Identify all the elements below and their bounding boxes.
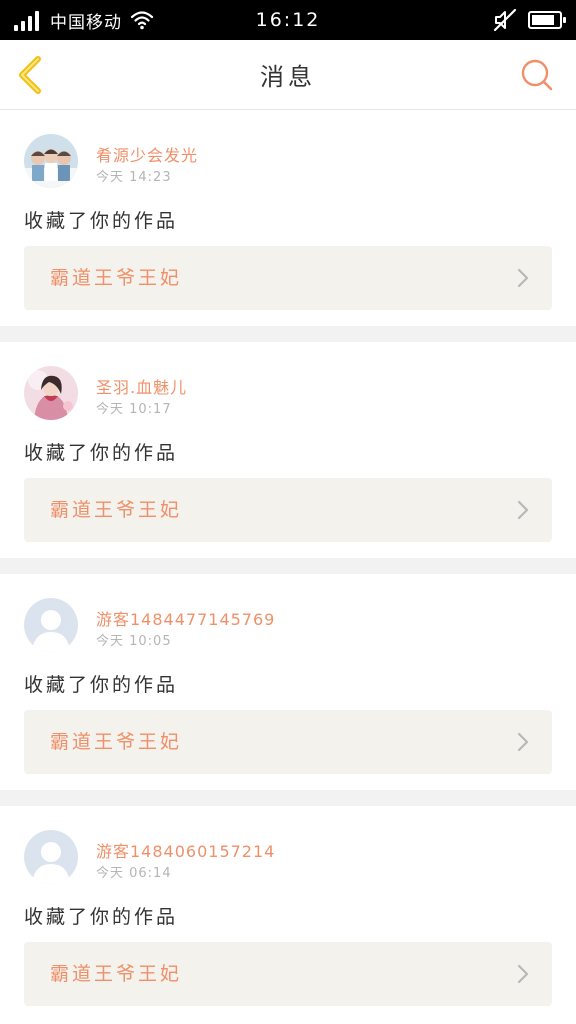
status-time: 16:12 — [255, 9, 321, 31]
message-time: 今天 10:17 — [96, 402, 172, 417]
message-item: 游客1484060157214 今天 06:14 收藏了你的作品 霸道王爷王妃 — [0, 806, 576, 1022]
battery-fill — [532, 15, 554, 25]
work-link[interactable]: 霸道王爷王妃 — [24, 478, 552, 542]
avatar[interactable] — [24, 598, 78, 652]
avatar[interactable] — [24, 366, 78, 420]
username[interactable]: 游客1484477145769 — [96, 606, 275, 630]
mute-icon — [493, 8, 517, 32]
avatar[interactable] — [24, 830, 78, 884]
message-time: 今天 14:23 — [96, 170, 172, 185]
chevron-right-icon — [517, 268, 529, 288]
username[interactable]: 肴源少会发光 — [96, 142, 198, 166]
work-link[interactable]: 霸道王爷王妃 — [24, 246, 552, 310]
message-text: 收藏了你的作品 — [24, 674, 179, 696]
message-text: 收藏了你的作品 — [24, 210, 179, 232]
battery-icon — [528, 11, 566, 29]
message-time: 今天 10:05 — [96, 634, 172, 649]
message-time: 今天 06:14 — [96, 866, 172, 881]
status-bar: 中国移动 16:12 — [0, 0, 576, 40]
back-button[interactable] — [14, 55, 46, 95]
username[interactable]: 游客1484060157214 — [96, 838, 275, 862]
work-title: 霸道王爷王妃 — [50, 499, 183, 521]
work-title: 霸道王爷王妃 — [50, 731, 183, 753]
work-link[interactable]: 霸道王爷王妃 — [24, 710, 552, 774]
separator — [0, 558, 576, 574]
message-list: 肴源少会发光 今天 14:23 收藏了你的作品 霸道王爷王妃 圣羽.血魅儿 今天… — [0, 110, 576, 1022]
message-item: 游客1484477145769 今天 10:05 收藏了你的作品 霸道王爷王妃 — [0, 574, 576, 790]
message-text: 收藏了你的作品 — [24, 906, 179, 928]
page-title: 消息 — [260, 63, 316, 91]
message-text: 收藏了你的作品 — [24, 442, 179, 464]
username[interactable]: 圣羽.血魅儿 — [96, 374, 187, 398]
message-item: 肴源少会发光 今天 14:23 收藏了你的作品 霸道王爷王妃 — [0, 110, 576, 326]
status-right — [492, 0, 566, 40]
chevron-right-icon — [517, 964, 529, 984]
separator — [0, 326, 576, 342]
avatar[interactable] — [24, 134, 78, 188]
work-link[interactable]: 霸道王爷王妃 — [24, 942, 552, 1006]
chevron-right-icon — [517, 500, 529, 520]
work-title: 霸道王爷王妃 — [50, 267, 183, 289]
header: 消息 — [0, 40, 576, 110]
search-button[interactable] — [520, 58, 554, 92]
separator — [0, 790, 576, 806]
chevron-right-icon — [517, 732, 529, 752]
message-item: 圣羽.血魅儿 今天 10:17 收藏了你的作品 霸道王爷王妃 — [0, 342, 576, 558]
work-title: 霸道王爷王妃 — [50, 963, 183, 985]
